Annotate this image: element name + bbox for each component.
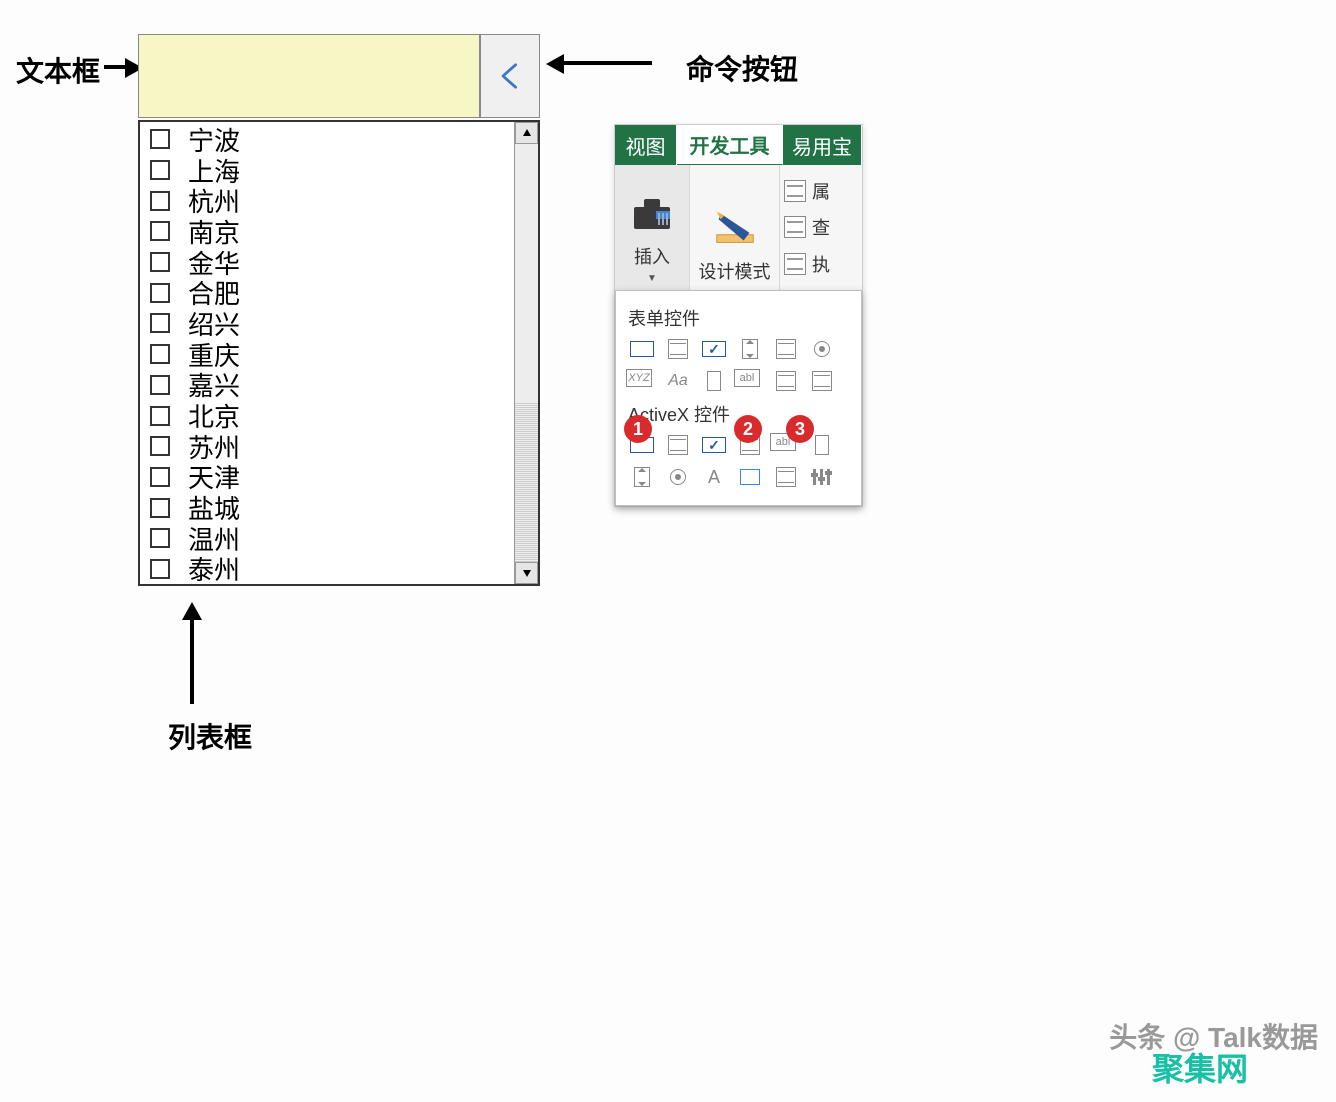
- side-item-label: 查: [812, 214, 830, 240]
- watermark-site: 聚集网: [1152, 1044, 1248, 1090]
- tab-developer[interactable]: 开发工具: [677, 125, 783, 165]
- list-item[interactable]: 天津: [140, 462, 514, 493]
- checkbox-icon[interactable]: [150, 313, 170, 333]
- checkbox-icon[interactable]: [150, 191, 170, 211]
- side-item-label: 属: [812, 178, 830, 204]
- tab-easytool[interactable]: 易用宝: [783, 125, 862, 165]
- command-button[interactable]: [480, 34, 540, 118]
- scroll-track[interactable]: [515, 402, 538, 562]
- checkbox-icon[interactable]: [150, 406, 170, 426]
- list-item[interactable]: 泰州: [140, 554, 514, 584]
- checkbox-icon[interactable]: [150, 129, 170, 149]
- form-combo-icon[interactable]: [662, 337, 694, 361]
- form-listbox2-icon[interactable]: [806, 369, 838, 393]
- form-combo2-icon[interactable]: [770, 369, 802, 393]
- form-checkbox-icon[interactable]: [698, 337, 730, 361]
- ribbon-panel: 视图 开发工具 易用宝 插入 ▼: [614, 124, 863, 507]
- text-box-input[interactable]: [138, 34, 480, 118]
- badge-3: 3: [786, 415, 814, 443]
- properties-icon: [784, 180, 806, 202]
- form-listbox-icon[interactable]: [770, 337, 802, 361]
- list-item[interactable]: 绍兴: [140, 308, 514, 339]
- design-mode-label: 设计模式: [699, 258, 771, 284]
- badge-2: 2: [734, 415, 762, 443]
- ax-combo-icon[interactable]: [662, 433, 694, 457]
- list-item[interactable]: 金华: [140, 247, 514, 278]
- design-mode-button[interactable]: 设计模式: [690, 165, 780, 290]
- list-item[interactable]: 杭州: [140, 185, 514, 216]
- list-item[interactable]: 上海: [140, 155, 514, 186]
- ax-more-controls-icon[interactable]: [806, 465, 838, 489]
- checkbox-icon[interactable]: [150, 160, 170, 180]
- form-spinner-icon[interactable]: [734, 337, 766, 361]
- scroll-down-button[interactable]: [515, 562, 538, 584]
- list-item[interactable]: 嘉兴: [140, 370, 514, 401]
- scroll-up-button[interactable]: [515, 122, 538, 144]
- annotation-cmdbtn-label: 命令按钮: [686, 48, 798, 88]
- list-item[interactable]: 温州: [140, 523, 514, 554]
- insert-label: 插入: [634, 243, 670, 269]
- checkbox-icon[interactable]: [150, 467, 170, 487]
- run-dialog-icon: [784, 253, 806, 275]
- list-item-label: 泰州: [188, 550, 240, 584]
- ribbon-tabs: 视图 开发工具 易用宝: [615, 125, 862, 165]
- checkbox-icon[interactable]: [150, 344, 170, 364]
- toolbox-icon: [628, 189, 676, 237]
- checkbox-icon[interactable]: [150, 221, 170, 241]
- insert-controls-dropdown: 表单控件 XYZ Aa abl ActiveX 控件 1 2: [615, 290, 862, 506]
- checkbox-icon[interactable]: [150, 252, 170, 272]
- list-item[interactable]: 盐城: [140, 492, 514, 523]
- dropdown-indicator-icon: ▼: [647, 273, 657, 284]
- list-item[interactable]: 北京: [140, 400, 514, 431]
- view-code-icon: [784, 216, 806, 238]
- form-label-icon[interactable]: Aa: [662, 369, 694, 393]
- list-item[interactable]: 南京: [140, 216, 514, 247]
- ax-spinbutton-icon[interactable]: [626, 465, 658, 489]
- form-groupbox-icon[interactable]: XYZ: [626, 369, 652, 387]
- view-code-item[interactable]: 查: [784, 214, 858, 240]
- ax-image-icon[interactable]: [734, 465, 766, 489]
- form-controls-section-title: 表单控件: [628, 305, 851, 331]
- design-mode-icon: [711, 204, 759, 252]
- side-item-label: 执: [812, 251, 830, 277]
- scrollbar[interactable]: [514, 122, 538, 584]
- list-item[interactable]: 宁波: [140, 124, 514, 155]
- chevron-left-icon: [496, 62, 524, 90]
- ax-checkbox-icon[interactable]: [698, 433, 730, 457]
- form-scrollbar-icon[interactable]: [698, 369, 730, 393]
- checkbox-icon[interactable]: [150, 559, 170, 579]
- properties-item[interactable]: 属: [784, 178, 858, 204]
- annotation-textbox-label: 文本框: [16, 50, 100, 90]
- list-item[interactable]: 合肥: [140, 277, 514, 308]
- checkbox-icon[interactable]: [150, 375, 170, 395]
- ax-label-icon[interactable]: A: [698, 465, 730, 489]
- list-box[interactable]: 宁波上海杭州南京金华合肥绍兴重庆嘉兴北京苏州天津盐城温州泰州: [138, 120, 540, 586]
- run-dialog-item[interactable]: 执: [784, 251, 858, 277]
- badge-1: 1: [624, 415, 652, 443]
- checkbox-icon[interactable]: [150, 498, 170, 518]
- list-item[interactable]: 苏州: [140, 431, 514, 462]
- form-option-icon[interactable]: [806, 337, 838, 361]
- checkbox-icon[interactable]: [150, 283, 170, 303]
- form-textfield-icon[interactable]: abl: [734, 369, 760, 387]
- ax-option-icon[interactable]: [662, 465, 694, 489]
- annotation-listbox-label: 列表框: [168, 716, 252, 756]
- insert-dropdown-button[interactable]: 插入 ▼: [615, 165, 690, 290]
- tab-view[interactable]: 视图: [615, 125, 677, 165]
- checkbox-icon[interactable]: [150, 436, 170, 456]
- list-item[interactable]: 重庆: [140, 339, 514, 370]
- form-button-icon[interactable]: [626, 337, 658, 361]
- ax-toggle-icon[interactable]: [770, 465, 802, 489]
- checkbox-icon[interactable]: [150, 528, 170, 548]
